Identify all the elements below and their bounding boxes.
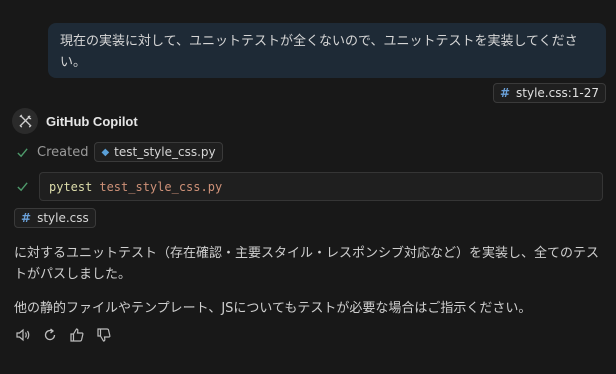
speaker-icon[interactable] — [14, 326, 31, 343]
checkmark-icon — [17, 182, 28, 192]
created-label: Created — [37, 144, 89, 160]
style-css-reference-chip[interactable]: # style.css — [14, 208, 96, 228]
thumbs-up-icon[interactable] — [68, 326, 85, 343]
context-reference-label: style.css:1-27 — [516, 86, 599, 100]
css-file-icon: # — [21, 211, 32, 225]
command-argument: test_style_css.py — [99, 179, 223, 194]
command-name: pytest — [49, 179, 93, 194]
created-file-chip[interactable]: ◆ test_style_css.py — [94, 142, 223, 162]
terminal-command-block[interactable]: pytest test_style_css.py — [39, 172, 603, 201]
terminal-command-row: pytest test_style_css.py — [16, 172, 603, 201]
style-css-reference-label: style.css — [37, 211, 89, 225]
agent-name: GitHub Copilot — [46, 113, 138, 129]
agent-header: GitHub Copilot — [12, 108, 138, 134]
user-message-bubble: 現在の実装に対して、ユニットテストが全くないので、ユニットテストを実装してくださ… — [48, 23, 606, 78]
checkmark-icon — [17, 147, 28, 157]
retry-icon[interactable] — [41, 326, 58, 343]
css-file-icon: # — [499, 86, 511, 100]
response-actions — [14, 326, 112, 343]
copilot-tools-icon — [12, 108, 38, 134]
user-message-text: 現在の実装に対して、ユニットテストが全くないので、ユニットテストを実装してくださ… — [60, 34, 578, 70]
created-file-row: Created ◆ test_style_css.py — [16, 142, 223, 162]
created-file-name: test_style_css.py — [114, 145, 216, 159]
python-file-icon: ◆ — [101, 146, 110, 158]
thumbs-down-icon[interactable] — [95, 326, 112, 343]
response-paragraph-1: に対するユニットテスト（存在確認・主要スタイル・レスポンシブ対応など）を実装し、… — [14, 246, 600, 282]
response-paragraph-2: 他の静的ファイルやテンプレート、JSについてもテストが必要な場合はご指示ください… — [14, 301, 532, 316]
context-reference-chip[interactable]: # style.css:1-27 — [492, 83, 606, 103]
